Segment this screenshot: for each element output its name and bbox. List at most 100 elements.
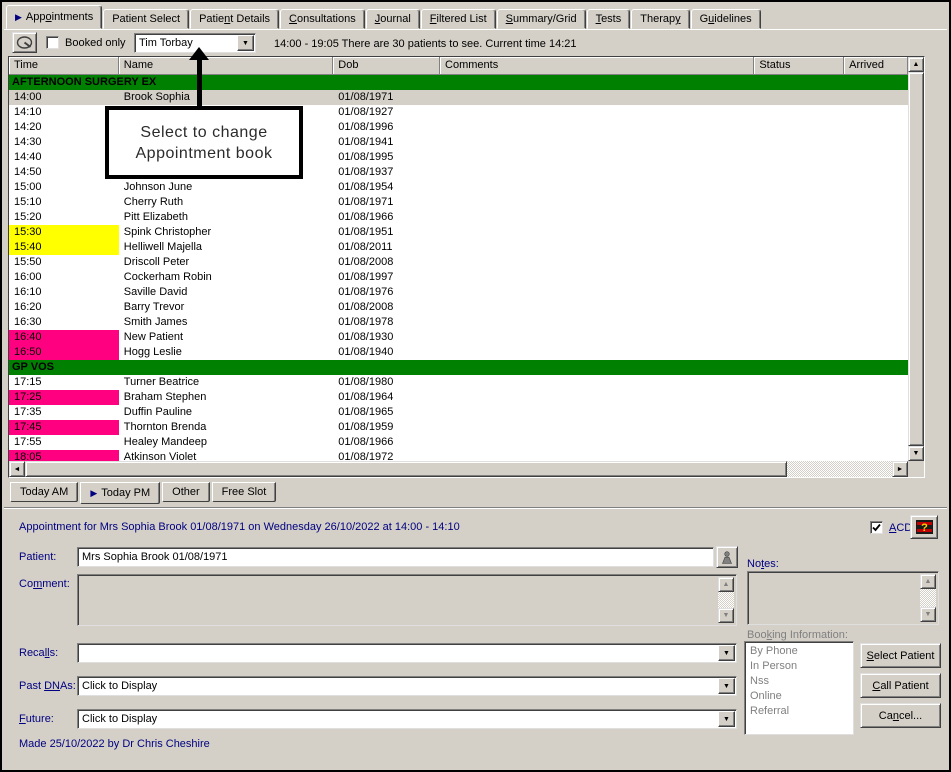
appointment-row-1520[interactable]: 15:20Pitt Elizabeth01/08/1966 <box>9 210 908 225</box>
appointment-row-1620[interactable]: 16:20Barry Trevor01/08/2008 <box>9 300 908 315</box>
cell-time: 14:00 <box>9 90 119 105</box>
column-header-name[interactable]: Name <box>119 57 334 74</box>
chevron-down-icon[interactable]: ▼ <box>718 645 735 661</box>
horizontal-scroll-thumb[interactable] <box>25 461 787 477</box>
appointment-row-1400[interactable]: 14:00Brook Sophia01/08/1971 <box>9 90 908 105</box>
tab-patient-details[interactable]: Patient Details <box>190 9 279 29</box>
booking-information-list[interactable]: By PhoneIn PersonNssOnlineReferral <box>744 641 854 735</box>
cell-comments <box>440 135 754 150</box>
column-header-status[interactable]: Status <box>754 57 844 74</box>
appointment-row-1550[interactable]: 15:50Driscoll Peter01/08/2008 <box>9 255 908 270</box>
tab-guidelines[interactable]: Guidelines <box>691 9 761 29</box>
appointment-row-1500[interactable]: 15:00Johnson June01/08/1954 <box>9 180 908 195</box>
patient-record-button[interactable] <box>716 546 738 568</box>
scroll-up-icon[interactable]: ▲ <box>908 57 924 72</box>
recalls-select[interactable]: ▼ <box>77 643 737 663</box>
appointment-row-1805[interactable]: 18:05Atkinson Violet01/08/1972 <box>9 450 908 461</box>
past-dnas-select[interactable]: Click to Display ▼ <box>77 676 737 696</box>
cell-comments <box>440 150 754 165</box>
cell-status <box>754 120 844 135</box>
appointment-book-button[interactable] <box>12 32 37 53</box>
scroll-left-icon[interactable]: ◄ <box>9 461 25 477</box>
cell-name: Turner Beatrice <box>119 375 334 390</box>
comment-scroll-down-icon[interactable]: ▼ <box>718 608 734 623</box>
appointment-row-1540[interactable]: 15:40Helliwell Majella01/08/2011 <box>9 240 908 255</box>
cell-arrived <box>844 180 908 195</box>
horizontal-scrollbar[interactable]: ◄ ► <box>9 461 908 477</box>
appointment-row-1715[interactable]: 17:15Turner Beatrice01/08/1980 <box>9 375 908 390</box>
future-label: Future: <box>19 713 54 725</box>
comment-field[interactable]: ▲ ▼ <box>77 574 737 626</box>
cell-comments <box>440 390 754 405</box>
tab-summary-grid[interactable]: Summary/Grid <box>497 9 586 29</box>
cell-status <box>754 405 844 420</box>
notes-scroll-down-icon[interactable]: ▼ <box>920 607 936 622</box>
view-tab-label: Free Slot <box>222 486 267 498</box>
appointment-row-1510[interactable]: 15:10Cherry Ruth01/08/1971 <box>9 195 908 210</box>
appointment-row-1630[interactable]: 16:30Smith James01/08/1978 <box>9 315 908 330</box>
column-header-comments[interactable]: Comments <box>440 57 754 74</box>
cell-status <box>754 330 844 345</box>
select-patient-button[interactable]: Select Patient <box>860 643 941 668</box>
acd-help-button[interactable]: ? <box>910 515 938 539</box>
column-header-dob[interactable]: Dob <box>333 57 440 74</box>
future-select[interactable]: Click to Display ▼ <box>77 709 737 729</box>
patient-field[interactable]: Mrs Sophia Brook 01/08/1971 <box>77 547 714 567</box>
tab-label: Filtered List <box>430 13 487 25</box>
appointment-row-1745[interactable]: 17:45Thornton Brenda01/08/1959 <box>9 420 908 435</box>
appointment-row-1755[interactable]: 17:55Healey Mandeep01/08/1966 <box>9 435 908 450</box>
vertical-scrollbar[interactable]: ▲ ▼ <box>908 57 924 461</box>
cell-dob: 01/08/1980 <box>333 375 440 390</box>
chevron-down-icon[interactable]: ▼ <box>718 678 735 694</box>
comment-scroll-up-icon[interactable]: ▲ <box>718 577 734 592</box>
appointment-row-1650[interactable]: 16:50Hogg Leslie01/08/1940 <box>9 345 908 360</box>
scroll-down-icon[interactable]: ▼ <box>908 446 924 461</box>
notes-field[interactable]: ▲ ▼ <box>747 571 939 625</box>
booking-option-online[interactable]: Online <box>750 689 853 704</box>
call-patient-button[interactable]: Call Patient <box>860 673 941 698</box>
tab-appointments[interactable]: ▶Appointments <box>6 5 102 29</box>
appointment-row-1610[interactable]: 16:10Saville David01/08/1976 <box>9 285 908 300</box>
active-tab-arrow-icon: ▶ <box>15 12 22 22</box>
cell-time: 14:30 <box>9 135 119 150</box>
chevron-down-icon[interactable]: ▼ <box>718 711 735 727</box>
booking-option-in-person[interactable]: In Person <box>750 659 853 674</box>
notes-scroll-up-icon[interactable]: ▲ <box>920 574 936 589</box>
appointment-row-1735[interactable]: 17:35Duffin Pauline01/08/1965 <box>9 405 908 420</box>
tab-patient-select[interactable]: Patient Select <box>103 9 189 29</box>
view-tab-label: Today PM <box>101 487 150 499</box>
appointment-row-1530[interactable]: 15:30Spink Christopher01/08/1951 <box>9 225 908 240</box>
cell-status <box>754 285 844 300</box>
cell-time: 15:50 <box>9 255 119 270</box>
appointment-row-1640[interactable]: 16:40New Patient01/08/1930 <box>9 330 908 345</box>
acd-checkbox[interactable] <box>870 521 883 534</box>
column-header-arrived[interactable]: Arrived <box>844 57 908 74</box>
view-tab-today-pm[interactable]: ▶Today PM <box>80 482 160 504</box>
appointment-row-1600[interactable]: 16:00Cockerham Robin01/08/1997 <box>9 270 908 285</box>
booking-option-referral[interactable]: Referral <box>750 704 853 719</box>
view-tab-today-am[interactable]: Today AM <box>10 482 78 502</box>
tab-therapy[interactable]: Therapy <box>631 9 689 29</box>
view-tab-free-slot[interactable]: Free Slot <box>212 482 277 502</box>
horizontal-scroll-track[interactable] <box>787 461 892 477</box>
cell-time: 18:05 <box>9 450 119 461</box>
cell-status <box>754 375 844 390</box>
booking-option-nss[interactable]: Nss <box>750 674 853 689</box>
tab-journal[interactable]: Journal <box>366 9 420 29</box>
view-tab-other[interactable]: Other <box>162 482 210 502</box>
chevron-down-icon[interactable]: ▼ <box>237 35 254 51</box>
cell-name: Braham Stephen <box>119 390 334 405</box>
scroll-right-icon[interactable]: ► <box>892 461 908 477</box>
cell-name: New Patient <box>119 330 334 345</box>
cancel-button[interactable]: Cancel... <box>860 703 941 728</box>
tab-tests[interactable]: Tests <box>587 9 631 29</box>
booked-only-checkbox[interactable] <box>46 36 59 49</box>
cell-time: 16:40 <box>9 330 119 345</box>
appointment-row-1725[interactable]: 17:25Braham Stephen01/08/1964 <box>9 390 908 405</box>
booking-option-by-phone[interactable]: By Phone <box>750 644 853 659</box>
vertical-scroll-thumb[interactable] <box>908 72 924 446</box>
column-header-time[interactable]: Time <box>9 57 119 74</box>
tab-consultations[interactable]: Consultations <box>280 9 365 29</box>
tab-filtered-list[interactable]: Filtered List <box>421 9 496 29</box>
cell-time: 15:10 <box>9 195 119 210</box>
